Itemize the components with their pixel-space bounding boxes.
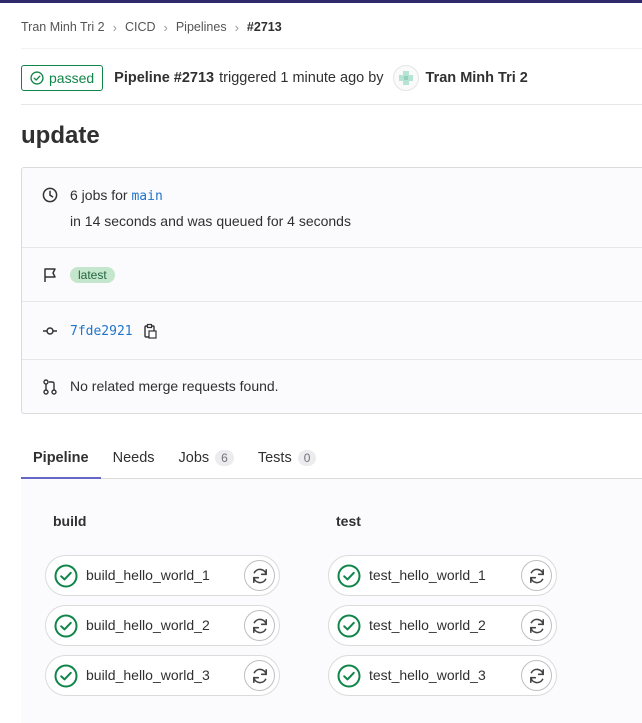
pipeline-title: Pipeline #2713: [114, 70, 215, 86]
retry-icon: [252, 668, 267, 683]
pipeline-meta: triggered 1 minute ago by: [219, 70, 384, 86]
breadcrumb-item-user[interactable]: Tran Minh Tri 2: [21, 20, 105, 34]
job-name: build_hello_world_3: [86, 667, 210, 683]
job-pill[interactable]: build_hello_world_3: [45, 655, 280, 696]
retry-icon: [529, 568, 544, 583]
avatar[interactable]: [392, 65, 419, 91]
retry-button[interactable]: [521, 560, 552, 591]
info-row-commit: 7fde2921: [22, 302, 642, 360]
flag-icon: [44, 268, 56, 282]
check-circle-icon: [30, 71, 44, 85]
breadcrumb: Tran Minh Tri 2 › CICD › Pipelines › #27…: [21, 18, 282, 36]
retry-icon: [529, 618, 544, 633]
identicon-icon: [398, 71, 413, 85]
tab-label: Pipeline: [33, 450, 89, 466]
page-title: update: [21, 122, 100, 149]
divider: [21, 48, 642, 49]
breadcrumb-item-pipelines[interactable]: Pipelines: [176, 20, 227, 34]
jobs-summary: 6 jobs for main: [70, 187, 163, 204]
author-name[interactable]: Tran Minh Tri 2: [426, 70, 528, 86]
branch-link[interactable]: main: [131, 189, 162, 204]
job-name: test_hello_world_1: [369, 567, 486, 583]
info-row-jobs: 6 jobs for main in 14 seconds and was qu…: [22, 168, 642, 248]
retry-button[interactable]: [244, 560, 275, 591]
status-success-icon: [54, 614, 78, 638]
duration-text: in 14 seconds and was queued for 4 secon…: [70, 213, 351, 229]
tab-label: Jobs: [178, 450, 210, 466]
status-label: passed: [49, 70, 95, 86]
job-pill[interactable]: build_hello_world_1: [45, 555, 280, 596]
commit-sha-link[interactable]: 7fde2921: [70, 324, 133, 339]
retry-icon: [252, 618, 267, 633]
chevron-right-icon: ›: [234, 19, 239, 35]
tab-jobs[interactable]: Jobs 6: [167, 437, 246, 479]
chevron-right-icon: ›: [112, 19, 117, 35]
status-badge[interactable]: passed: [21, 65, 104, 91]
stage-name: test: [336, 513, 361, 529]
jobs-count: 6 jobs for: [70, 187, 128, 203]
job-name: test_hello_world_3: [369, 667, 486, 683]
job-name: build_hello_world_1: [86, 567, 210, 583]
merge-request-icon: [43, 379, 57, 395]
copy-icon[interactable]: [143, 323, 157, 339]
breadcrumb-current[interactable]: #2713: [247, 20, 282, 34]
job-pill[interactable]: test_hello_world_2: [328, 605, 557, 646]
status-success-icon: [337, 664, 361, 688]
info-row-merge-requests: No related merge requests found.: [22, 360, 642, 415]
status-success-icon: [54, 664, 78, 688]
commit-container: 7fde2921: [70, 322, 157, 339]
merge-requests-text: No related merge requests found.: [70, 378, 279, 394]
top-navbar-edge: [0, 0, 642, 3]
job-pill[interactable]: test_hello_world_1: [328, 555, 557, 596]
commit-icon: [43, 327, 57, 335]
retry-icon: [529, 668, 544, 683]
retry-button[interactable]: [521, 610, 552, 641]
chevron-right-icon: ›: [163, 19, 168, 35]
pipeline-tabs: Pipeline Needs Jobs 6 Tests 0: [21, 437, 642, 479]
pipeline-graph: build build_hello_world_1 build_hello_wo…: [21, 479, 642, 723]
tests-count-badge: 0: [297, 450, 317, 466]
tab-tests[interactable]: Tests 0: [246, 437, 329, 479]
stage-name: build: [53, 513, 87, 529]
tab-needs[interactable]: Needs: [101, 437, 167, 479]
job-name: test_hello_world_2: [369, 617, 486, 633]
tab-pipeline[interactable]: Pipeline: [21, 437, 101, 479]
divider: [21, 104, 642, 105]
status-success-icon: [337, 564, 361, 588]
job-name: build_hello_world_2: [86, 617, 210, 633]
latest-badge: latest: [70, 267, 115, 283]
retry-button[interactable]: [521, 660, 552, 691]
job-pill[interactable]: build_hello_world_2: [45, 605, 280, 646]
breadcrumb-item-project[interactable]: CICD: [125, 20, 156, 34]
tab-label: Needs: [112, 450, 155, 466]
job-pill[interactable]: test_hello_world_3: [328, 655, 557, 696]
status-success-icon: [337, 614, 361, 638]
retry-button[interactable]: [244, 660, 275, 691]
clock-icon: [42, 187, 58, 203]
retry-button[interactable]: [244, 610, 275, 641]
tag-container: latest: [70, 266, 115, 283]
pipeline-info-panel: 6 jobs for main in 14 seconds and was qu…: [21, 167, 642, 414]
tab-label: Tests: [257, 450, 292, 466]
pipeline-header: passed Pipeline #2713 triggered 1 minute…: [21, 64, 528, 92]
jobs-count-badge: 6: [215, 450, 234, 466]
info-row-tags: latest: [22, 248, 642, 302]
retry-icon: [252, 568, 267, 583]
status-success-icon: [54, 564, 78, 588]
